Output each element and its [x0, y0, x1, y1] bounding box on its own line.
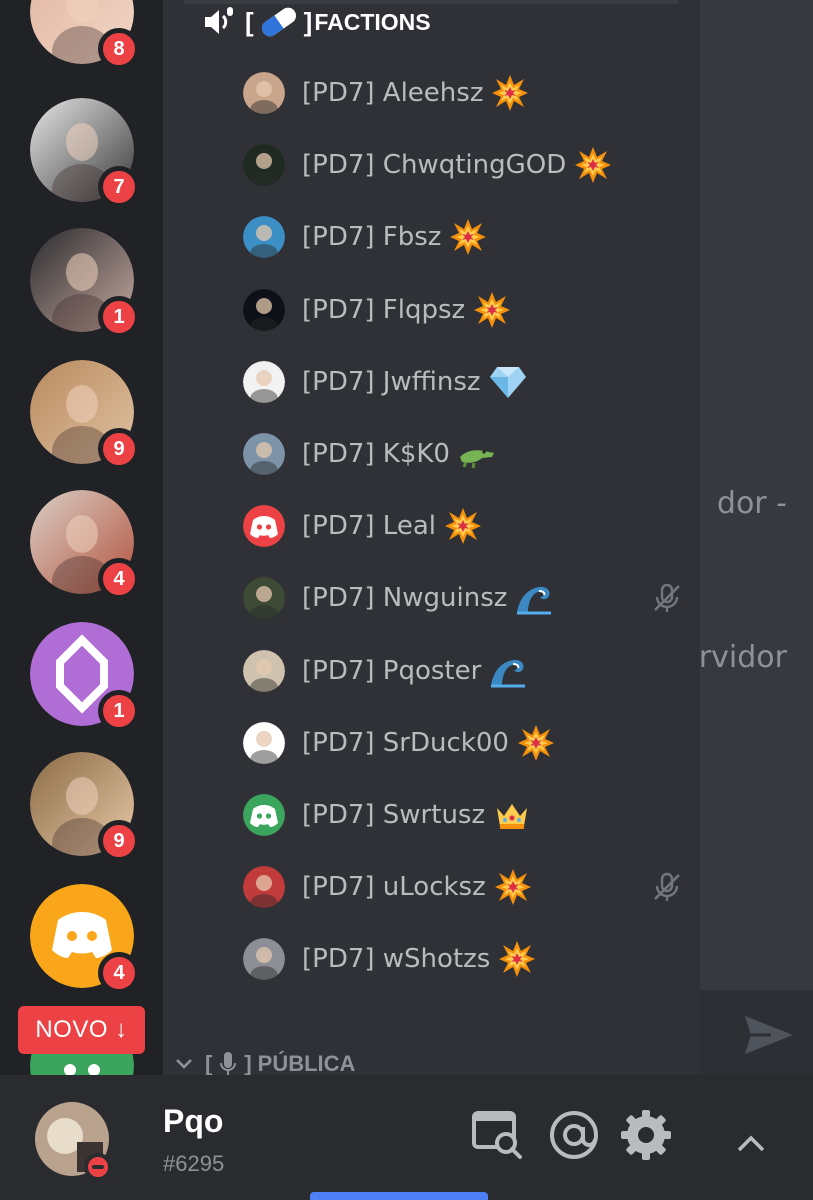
crocodile-emoji-icon: [458, 435, 496, 473]
member-avatar: [243, 72, 285, 114]
mention-badge: 9: [98, 428, 140, 470]
server-icon[interactable]: 9: [30, 752, 140, 862]
member-name: [PD7] Aleehsz: [302, 78, 484, 108]
member-name: [PD7] K$K0: [302, 439, 450, 469]
member-name: [PD7] SrDuck00: [302, 728, 509, 758]
server-icon[interactable]: 1: [30, 622, 140, 732]
member-avatar: [243, 722, 285, 764]
collision-emoji-icon: [494, 868, 532, 906]
member-name: [PD7] ChwqtingGOD: [302, 150, 567, 180]
bracket-close: ]: [244, 1051, 252, 1075]
voice-member[interactable]: [PD7] uLocksz: [243, 865, 683, 909]
member-avatar: [243, 361, 285, 403]
gem-emoji-icon: [489, 363, 527, 401]
chevron-up-icon[interactable]: [735, 1128, 767, 1160]
server-icon[interactable]: 7: [30, 98, 140, 208]
mention-badge: 1: [98, 690, 140, 732]
mention-badge: 4: [98, 558, 140, 600]
mention-badge: 7: [98, 166, 140, 208]
voice-member[interactable]: [PD7] ChwqtingGOD: [243, 143, 683, 187]
server-rail: 8 7 1 9 4 1 9 4 NOVO ↓: [0, 0, 163, 1118]
collision-emoji-icon: [517, 724, 555, 762]
voice-member[interactable]: [PD7] Aleehsz: [243, 71, 683, 115]
member-name: [PD7] Fbsz: [302, 222, 442, 252]
member-avatar: [243, 650, 285, 692]
voice-member[interactable]: [PD7] wShotzs: [243, 937, 683, 981]
chat-text-fragment: dor -: [716, 486, 787, 521]
user-discriminator: #6295: [163, 1151, 225, 1176]
microphone-icon: [220, 1052, 237, 1075]
bracket-open: [: [205, 1051, 213, 1075]
chevron-down-icon: [176, 1059, 192, 1069]
mentions-icon[interactable]: [546, 1107, 602, 1163]
category-name: PÚBLICA: [257, 1051, 356, 1075]
member-name: [PD7] Swrtusz: [302, 800, 486, 830]
dnd-status-icon: [84, 1153, 112, 1181]
bracket-close: ]: [303, 6, 313, 37]
mention-badge: 8: [98, 28, 140, 70]
server-icon[interactable]: 9: [30, 360, 140, 470]
gear-icon[interactable]: [618, 1107, 674, 1163]
collision-emoji-icon: [473, 291, 511, 329]
voice-channel-factions[interactable]: [ ] FACTIONS: [201, 4, 431, 40]
wave-emoji-icon: [515, 579, 553, 617]
collision-emoji-icon: [449, 218, 487, 256]
voice-member[interactable]: [PD7] Swrtusz: [243, 793, 683, 837]
bracket-open: [: [245, 6, 254, 37]
crown-emoji-icon: [493, 796, 531, 834]
member-avatar: [243, 144, 285, 186]
member-avatar: [243, 938, 285, 980]
channel-name: FACTIONS: [314, 8, 431, 35]
mention-badge: 9: [98, 820, 140, 862]
pill-icon: [261, 7, 296, 37]
user-panel: Pqo #6295: [0, 1075, 813, 1200]
voice-member[interactable]: [PD7] Fbsz: [243, 215, 683, 259]
wave-emoji-icon: [489, 652, 527, 690]
member-name: [PD7] Pqoster: [302, 656, 482, 686]
collision-emoji-icon: [491, 74, 529, 112]
chat-text-fragment: rvidor: [698, 640, 787, 675]
server-icon[interactable]: 4: [30, 884, 140, 994]
voice-member[interactable]: [PD7] K$K0: [243, 432, 683, 476]
app-root: 8 7 1 9 4 1 9 4 NOVO ↓ [ ] FACTIONS [PD7] Aleehs…: [0, 0, 813, 1200]
collision-emoji-icon: [444, 507, 482, 545]
category-publica[interactable]: [ ] PÚBLICA: [173, 1048, 355, 1075]
server-icon[interactable]: 4: [30, 490, 140, 600]
voice-member[interactable]: [PD7] Flqpsz: [243, 288, 683, 332]
send-icon[interactable]: [743, 1012, 795, 1058]
muted-microphone-icon: [651, 871, 683, 903]
username: Pqo: [163, 1103, 224, 1139]
member-name: [PD7] Nwguinsz: [302, 583, 508, 613]
member-avatar: [243, 794, 285, 836]
voice-member[interactable]: [PD7] SrDuck00: [243, 721, 683, 765]
chat-area: dor - rvidor: [698, 0, 813, 1075]
member-name: [PD7] wShotzs: [302, 944, 491, 974]
collision-emoji-icon: [574, 146, 612, 184]
member-avatar: [243, 505, 285, 547]
collision-emoji-icon: [498, 940, 536, 978]
muted-microphone-icon: [651, 582, 683, 614]
search-messages-icon[interactable]: [470, 1107, 526, 1163]
member-avatar: [243, 216, 285, 258]
member-avatar: [243, 289, 285, 331]
mention-badge: 1: [98, 296, 140, 338]
server-icon[interactable]: 8: [30, 0, 140, 70]
member-avatar: [243, 866, 285, 908]
home-indicator: [310, 1192, 488, 1200]
channel-panel: [ ] FACTIONS [PD7] Aleehsz [PD7] Chwqting…: [163, 0, 700, 1075]
member-name: [PD7] uLocksz: [302, 872, 486, 902]
member-name: [PD7] Leal: [302, 511, 436, 541]
mention-badge: 4: [98, 952, 140, 994]
new-unreads-button[interactable]: NOVO ↓: [18, 1006, 145, 1054]
voice-speaker-icon: [205, 7, 233, 34]
member-name: [PD7] Flqpsz: [302, 295, 466, 325]
voice-member[interactable]: [PD7] Pqoster: [243, 649, 683, 693]
member-avatar: [243, 433, 285, 475]
member-name: [PD7] Jwffinsz: [302, 367, 481, 397]
member-avatar: [243, 577, 285, 619]
voice-member[interactable]: [PD7] Leal: [243, 504, 683, 548]
server-icon[interactable]: 1: [30, 228, 140, 338]
voice-member[interactable]: [PD7] Nwguinsz: [243, 576, 683, 620]
voice-member[interactable]: [PD7] Jwffinsz: [243, 360, 683, 404]
